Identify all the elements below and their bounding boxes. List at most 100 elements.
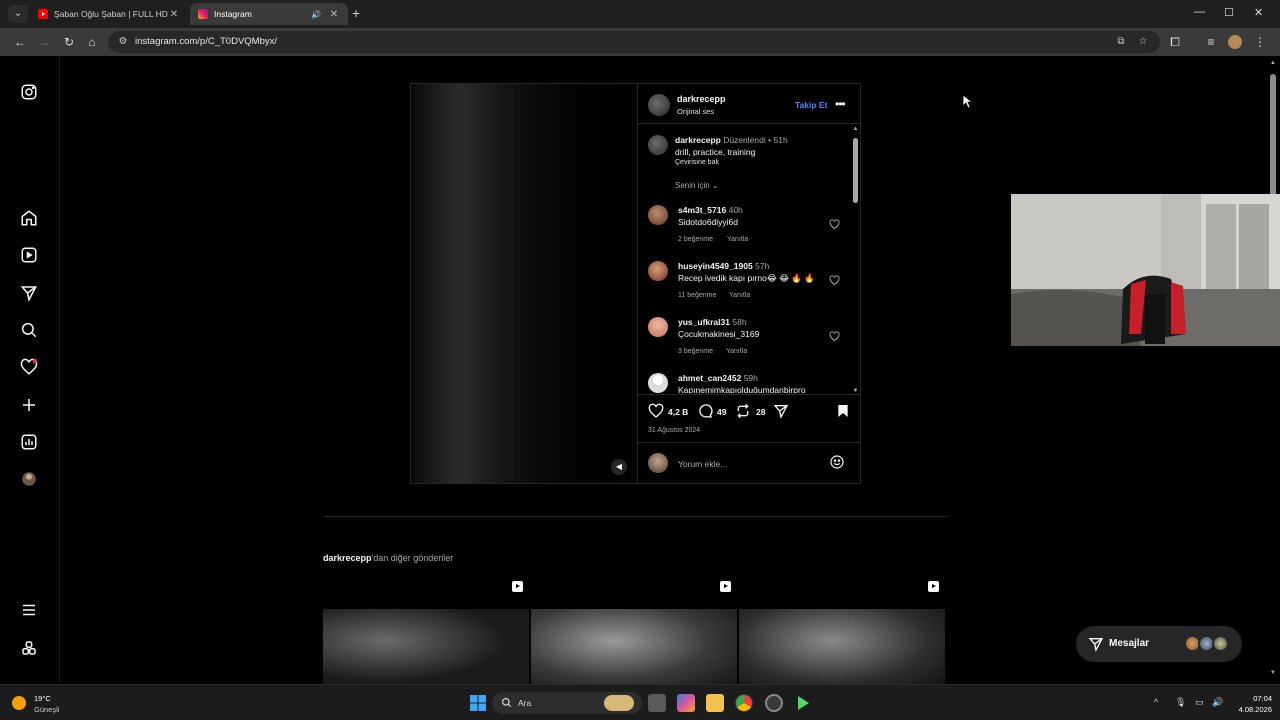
speaker-icon[interactable]: 🔊 — [310, 10, 322, 19]
translate-link[interactable]: Çevirisine bak — [675, 159, 719, 166]
grid-post[interactable] — [531, 575, 737, 684]
maximize-button[interactable]: ☐ — [1224, 6, 1234, 19]
comment-input[interactable]: Yorum ekle... — [678, 459, 727, 469]
author-avatar[interactable] — [648, 94, 670, 116]
address-bar[interactable]: ⚙ instagram.com/p/C_T0DVQMbyx/ ⧉ ☆ — [108, 31, 1160, 53]
comment-likes[interactable]: 3 beğenme — [678, 348, 713, 355]
profile-avatar[interactable] — [20, 470, 38, 488]
more-posts-username[interactable]: darkrecepp — [323, 553, 372, 563]
bookmark-star-icon[interactable]: ☆ — [1136, 35, 1150, 49]
reposts-count: 28 — [756, 407, 766, 417]
profile-avatar[interactable] — [1227, 34, 1243, 50]
file-explorer-icon[interactable] — [706, 694, 724, 712]
comment-likes[interactable]: 2 beğenme — [678, 236, 713, 243]
sidebar-nav — [0, 56, 60, 684]
commenter-avatar[interactable] — [648, 205, 668, 225]
author-username[interactable]: darkrecepp — [677, 94, 726, 104]
comment-bubble-icon[interactable] — [697, 403, 713, 419]
commenter-avatar[interactable] — [648, 317, 668, 337]
post-date: 31 Ağustos 2024 — [648, 427, 701, 434]
display-icon[interactable]: ▭ — [1195, 697, 1204, 708]
comments-count: 49 — [717, 407, 727, 417]
caption-edited: Düzenlendi — [723, 135, 766, 145]
home-icon[interactable]: ⌂ — [84, 34, 100, 50]
tray-overflow-chevron-icon[interactable]: ^ — [1154, 697, 1158, 707]
post-header: darkrecepp Orijinal ses Takip Et ••• — [638, 84, 861, 124]
reels-icon[interactable] — [20, 246, 38, 264]
app-play-icon[interactable] — [794, 694, 812, 712]
follow-button[interactable]: Takip Et — [795, 100, 827, 110]
messages-button[interactable]: Mesajlar — [1076, 626, 1242, 662]
tab-instagram[interactable]: Instagram 🔊 ✕ — [190, 3, 348, 25]
dashboard-icon[interactable] — [20, 433, 38, 451]
reply-button[interactable]: Yanıtla — [729, 292, 750, 299]
new-tab-button[interactable]: + — [352, 5, 360, 21]
notifications-heart-icon[interactable] — [20, 358, 38, 376]
search-icon[interactable] — [20, 321, 38, 339]
media-control-icon[interactable]: ≡ — [1203, 34, 1219, 50]
browser-menu-icon[interactable]: ⋮ — [1252, 34, 1268, 50]
create-plus-icon[interactable] — [20, 396, 38, 414]
install-app-icon[interactable]: ⧉ — [1114, 35, 1128, 49]
emoji-icon[interactable] — [829, 454, 845, 470]
reply-button[interactable]: Yanıtla — [727, 236, 748, 243]
like-heart-icon[interactable] — [648, 403, 664, 419]
tab-youtube[interactable]: Şaban Oğlu Şaban | FULL HD - Y ✕ — [30, 3, 188, 25]
volume-icon[interactable]: 🔊 — [1212, 697, 1223, 708]
comment-username[interactable]: s4m3t_5716 — [678, 205, 726, 215]
caption-avatar[interactable] — [648, 135, 668, 155]
comment-username[interactable]: ahmet_can2452 — [678, 373, 741, 383]
copilot-icon[interactable] — [677, 694, 695, 712]
caption-username[interactable]: darkrecepp — [675, 135, 721, 145]
search-highlight-icon — [604, 695, 634, 711]
commenter-avatar[interactable] — [648, 261, 668, 281]
system-clock[interactable]: 07:04 4.08.2026 — [1232, 693, 1272, 715]
volume-icon[interactable]: ◀ — [611, 459, 627, 475]
likes-count[interactable]: 4,2 B — [668, 407, 688, 417]
tab-search-button[interactable]: ⌄ — [8, 5, 28, 23]
share-send-icon[interactable] — [773, 403, 789, 419]
chrome-icon[interactable] — [735, 694, 753, 712]
comment-likes[interactable]: 11 beğenme — [678, 292, 716, 299]
save-bookmark-icon[interactable] — [835, 403, 851, 419]
more-posts-suffix: 'dan diğer gönderiler — [371, 553, 454, 563]
repost-icon[interactable] — [735, 403, 751, 419]
obs-icon[interactable] — [765, 694, 783, 712]
close-tab-icon[interactable]: ✕ — [168, 9, 180, 20]
forward-arrow-icon[interactable]: → — [36, 34, 52, 50]
home-icon[interactable] — [20, 209, 38, 227]
grid-post[interactable] — [323, 575, 529, 684]
page-scrollbar[interactable]: ▲ ▼ — [1269, 60, 1277, 676]
direct-send-icon[interactable] — [20, 284, 38, 302]
site-info-icon[interactable]: ⚙ — [116, 35, 130, 49]
start-windows-icon[interactable] — [469, 694, 487, 712]
sort-dropdown[interactable]: Senin için ⌄ — [675, 181, 719, 190]
comment-username[interactable]: yus_ufkral31 — [678, 317, 730, 327]
reload-icon[interactable]: ↻ — [61, 34, 77, 50]
comments-scrollbar[interactable]: ▲ ▼ — [851, 126, 860, 394]
post-thumbnail — [739, 609, 945, 684]
like-comment-heart-icon[interactable] — [829, 275, 840, 286]
video-player[interactable]: ◀ — [411, 84, 637, 483]
close-tab-icon[interactable]: ✕ — [328, 9, 340, 20]
audio-label[interactable]: Orijinal ses — [677, 107, 714, 116]
comment-time: 57h — [755, 261, 770, 271]
grid-post[interactable] — [739, 575, 945, 684]
commenter-avatar[interactable] — [648, 373, 668, 393]
close-window-button[interactable]: ✕ — [1254, 6, 1263, 19]
more-menu-icon[interactable] — [20, 601, 38, 619]
weather-temp: 19°C — [34, 694, 51, 703]
like-comment-heart-icon[interactable] — [829, 219, 840, 230]
comment-username[interactable]: huseyin4549_1905 — [678, 261, 753, 271]
minimize-button[interactable]: — — [1194, 6, 1205, 18]
extensions-icon[interactable]: ⧠ — [1167, 34, 1183, 50]
taskbar-search[interactable]: Ara — [492, 692, 642, 714]
instagram-logo-icon[interactable] — [20, 83, 38, 101]
like-comment-heart-icon[interactable] — [829, 331, 840, 342]
task-view-icon[interactable] — [648, 694, 666, 712]
reply-button[interactable]: Yanıtla — [726, 348, 747, 355]
more-options-icon[interactable]: ••• — [835, 97, 846, 111]
back-arrow-icon[interactable]: ← — [12, 34, 28, 50]
also-from-meta-icon[interactable] — [20, 639, 38, 657]
microphone-icon[interactable]: 🎙 — [1175, 697, 1186, 708]
